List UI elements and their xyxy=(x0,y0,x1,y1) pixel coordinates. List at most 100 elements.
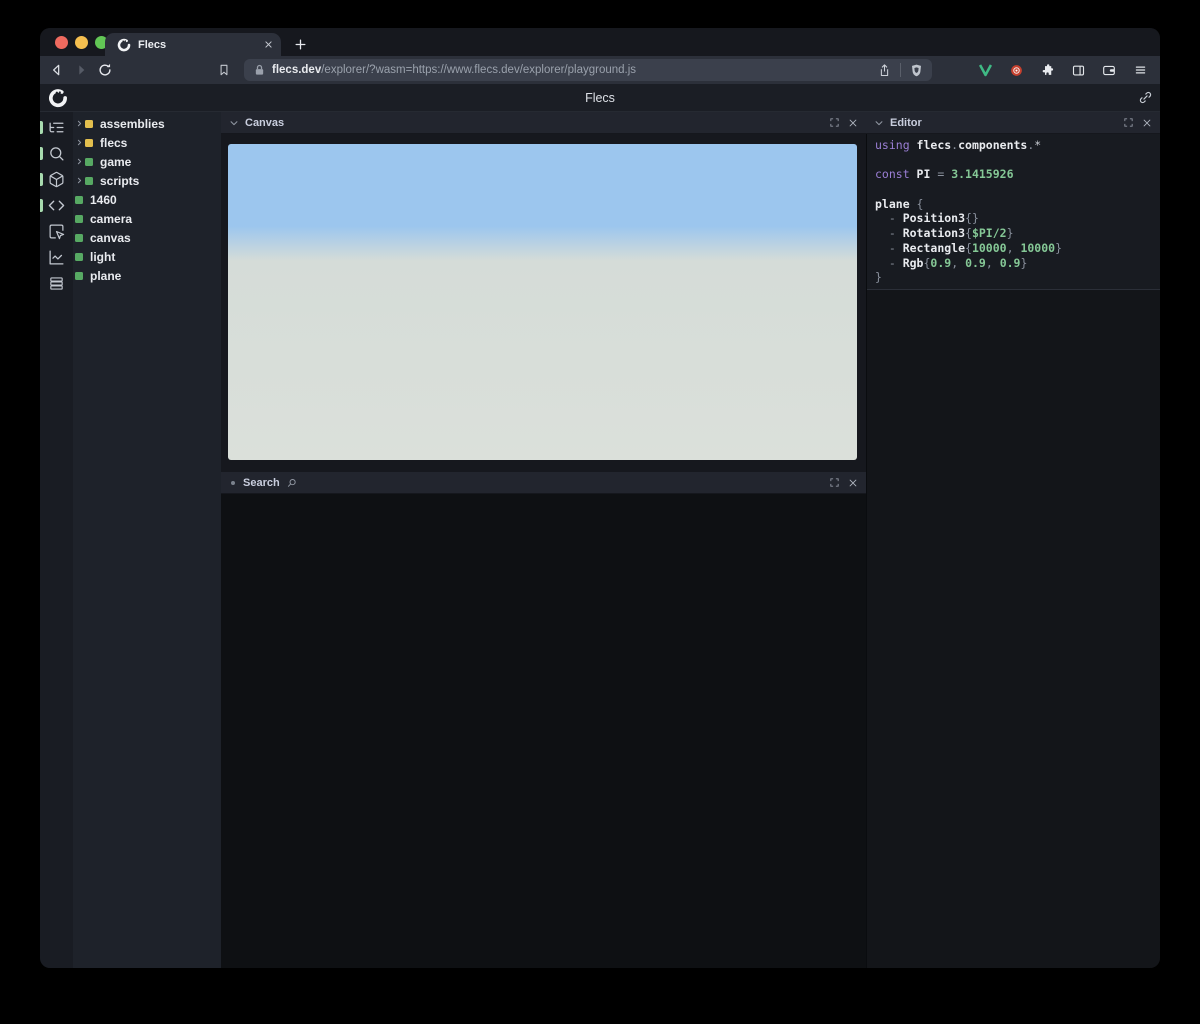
expand-toggle[interactable] xyxy=(75,157,84,166)
active-indicator xyxy=(40,172,43,186)
editor-panel-title: Editor xyxy=(890,116,922,129)
collapse-chevron-icon[interactable] xyxy=(229,118,239,128)
tree-item-label: light xyxy=(90,249,116,264)
code-line: - Rgb{0.9, 0.9, 0.9} xyxy=(875,255,1028,270)
entity-color-square xyxy=(85,176,93,185)
tab-close-icon[interactable] xyxy=(264,40,273,49)
magnifier-icon xyxy=(287,478,296,487)
search-panel-header: Search xyxy=(221,472,866,494)
tree-item-camera[interactable]: camera xyxy=(73,209,221,228)
3d-scene-canvas[interactable] xyxy=(228,144,857,460)
url-domain: flecs.dev xyxy=(272,64,322,76)
tab-bar: Flecs xyxy=(40,28,1160,56)
entity-color-square xyxy=(75,271,83,280)
tree-item-label: game xyxy=(100,154,132,169)
new-tab-button[interactable] xyxy=(288,32,312,56)
sidebar-item-code[interactable] xyxy=(40,192,73,218)
close-panel-icon[interactable] xyxy=(848,118,858,128)
divider xyxy=(900,63,901,77)
minimize-window-button[interactable] xyxy=(75,35,88,49)
browser-tab[interactable]: Flecs xyxy=(105,33,281,56)
bookmark-button[interactable] xyxy=(212,58,236,82)
link-icon xyxy=(1139,91,1152,104)
page-title: Flecs xyxy=(585,91,615,105)
code-line: using flecs.components.* xyxy=(875,138,1042,152)
canvas-panel-body xyxy=(221,134,866,472)
close-window-button[interactable] xyxy=(55,35,68,49)
url-text: flecs.dev/explorer/?wasm=https://www.fle… xyxy=(272,64,870,76)
active-indicator xyxy=(40,198,43,212)
plus-icon xyxy=(295,39,305,49)
search-icon xyxy=(50,146,64,161)
vue-icon xyxy=(978,64,992,77)
close-panel-icon[interactable] xyxy=(848,478,858,488)
fullscreen-icon[interactable] xyxy=(1123,117,1134,128)
brave-shield-icon[interactable] xyxy=(909,63,924,78)
url-path: /explorer/?wasm=https://www.flecs.dev/ex… xyxy=(321,64,637,76)
entity-tree-icon xyxy=(49,122,64,132)
collapse-chevron-icon[interactable] xyxy=(874,118,884,128)
address-bar[interactable]: flecs.dev/explorer/?wasm=https://www.fle… xyxy=(244,59,932,81)
lock-icon xyxy=(255,64,264,75)
code-line: } xyxy=(875,270,882,285)
tree-item-game[interactable]: game xyxy=(73,152,221,171)
forward-arrow-icon xyxy=(79,65,85,75)
vue-devtools-extension-button[interactable] xyxy=(973,58,997,82)
tree-item-label: plane xyxy=(90,268,122,283)
tree-item-light[interactable]: light xyxy=(73,247,221,266)
share-icon[interactable] xyxy=(877,63,892,78)
sidebar-item-inspect[interactable] xyxy=(40,218,73,244)
extension-button[interactable] xyxy=(1004,58,1028,82)
rows-stack-icon xyxy=(50,276,63,290)
tree-item-label: camera xyxy=(90,211,133,226)
extensions-menu-button[interactable] xyxy=(1035,58,1059,82)
code-line: - Rotation3{$PI/2} xyxy=(875,226,1014,241)
tree-item-plane[interactable]: plane xyxy=(73,266,221,285)
entity-color-square xyxy=(85,119,93,128)
expand-toggle[interactable] xyxy=(75,138,84,147)
expand-chevron-icon xyxy=(77,139,82,146)
back-button[interactable] xyxy=(45,58,69,82)
expand-toggle[interactable] xyxy=(75,119,84,128)
entity-color-square xyxy=(75,195,83,204)
tree-item-assemblies[interactable]: assemblies xyxy=(73,114,221,133)
expand-chevron-icon xyxy=(77,177,82,184)
collapsed-bullet-icon[interactable] xyxy=(231,480,235,485)
entity-tree-panel: assemblies flecs game scripts 1460 camera canv… xyxy=(73,112,221,968)
left-icon-sidebar xyxy=(40,112,73,968)
tree-item-label: assemblies xyxy=(100,116,165,131)
tree-item-1460[interactable]: 1460 xyxy=(73,190,221,209)
sidebar-item-queries[interactable] xyxy=(40,270,73,296)
code-icon xyxy=(48,200,65,210)
share-link-button[interactable] xyxy=(1138,90,1153,105)
line-chart-icon xyxy=(49,249,64,265)
sidebar-item-search[interactable] xyxy=(40,140,73,166)
tree-item-scripts[interactable]: scripts xyxy=(73,171,221,190)
code-line: const PI = 3.1415926 xyxy=(875,167,1014,182)
back-arrow-icon xyxy=(53,64,60,76)
code-line: - Position3{} xyxy=(875,211,979,226)
browser-menu-button[interactable] xyxy=(1128,58,1152,82)
entity-color-square xyxy=(75,233,83,242)
close-panel-icon[interactable] xyxy=(1142,118,1152,128)
entity-color-square xyxy=(85,138,93,147)
canvas-panel-title: Canvas xyxy=(245,116,285,129)
reload-button[interactable] xyxy=(93,58,117,82)
forward-button[interactable] xyxy=(69,58,93,82)
code-editor[interactable]: using flecs.components.* const PI = 3.14… xyxy=(867,134,1160,290)
tree-item-canvas[interactable]: canvas xyxy=(73,228,221,247)
app-header: Flecs xyxy=(40,84,1160,112)
cube-icon xyxy=(49,171,64,187)
expand-toggle[interactable] xyxy=(75,176,84,185)
active-indicator xyxy=(40,146,43,160)
sidebar-item-entity-tree[interactable] xyxy=(40,114,73,140)
sidebar-toggle-button[interactable] xyxy=(1066,58,1090,82)
inspect-cursor-icon xyxy=(49,224,65,239)
sidebar-item-scene[interactable] xyxy=(40,166,73,192)
tree-item-flecs[interactable]: flecs xyxy=(73,133,221,152)
fullscreen-icon[interactable] xyxy=(829,477,840,488)
sidebar-item-stats[interactable] xyxy=(40,244,73,270)
fullscreen-icon[interactable] xyxy=(829,117,840,128)
wallet-button[interactable] xyxy=(1097,58,1121,82)
